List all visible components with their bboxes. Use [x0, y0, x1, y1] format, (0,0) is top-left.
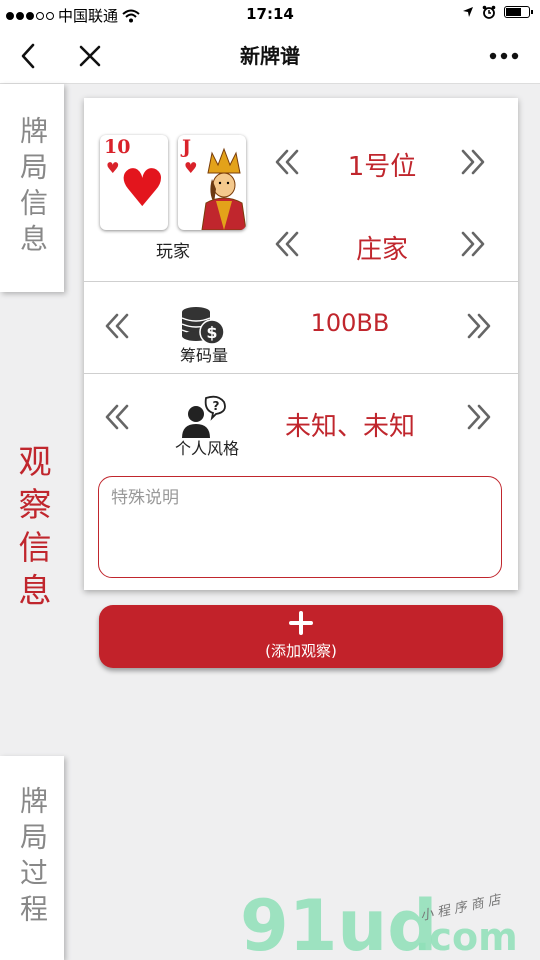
- chevron-left-icon[interactable]: [272, 147, 302, 177]
- watermark-logo: 91ud .com 小 程 序 商 店: [240, 885, 518, 960]
- page-title: 新牌谱: [240, 44, 300, 68]
- tab-game-info-label: 牌局信息: [16, 116, 49, 260]
- chevron-right-icon[interactable]: [458, 147, 488, 177]
- svg-text:91ud: 91ud: [240, 885, 437, 960]
- heart-icon: ♥: [184, 159, 198, 177]
- status-right: [462, 5, 533, 19]
- chips-value: 100BB: [310, 309, 390, 337]
- more-icon: [489, 52, 519, 60]
- more-button[interactable]: [484, 28, 524, 84]
- battery-icon: [504, 6, 533, 18]
- style-row: ? 个人风格 未知、未知 特殊说明: [84, 374, 518, 590]
- style-label: 个人风格: [174, 439, 239, 458]
- tab-game-info[interactable]: 牌局信息: [0, 84, 64, 292]
- chevron-left-icon[interactable]: [102, 311, 132, 341]
- location-arrow-icon: [463, 7, 473, 17]
- chevron-right-icon[interactable]: [458, 229, 488, 259]
- tab-game-process-label: 牌局过程: [16, 786, 49, 930]
- chevron-right-icon[interactable]: [464, 311, 494, 341]
- role-value: 庄家: [355, 235, 408, 265]
- tab-observation-info[interactable]: 观察信息: [0, 420, 64, 640]
- special-note-input[interactable]: 特殊说明: [98, 476, 502, 578]
- heart-icon: ♥: [119, 159, 166, 219]
- alarm-icon: [482, 5, 496, 19]
- card-2-rank: J: [182, 136, 191, 158]
- chevron-left-icon[interactable]: [272, 229, 302, 259]
- status-bar: 中国联通 17:14: [0, 0, 540, 28]
- seat-position-value: 1号位: [347, 152, 417, 182]
- status-time: 17:14: [246, 5, 294, 23]
- chips-row: $ 筹码量 100BB: [84, 282, 518, 374]
- tab-game-process[interactable]: 牌局过程: [0, 756, 64, 960]
- heart-icon: ♥: [106, 159, 120, 177]
- card-1-rank: 10: [104, 136, 131, 158]
- playing-card-2[interactable]: J ♥: [178, 135, 246, 230]
- chips-label: 筹码量: [179, 346, 228, 365]
- style-value: 未知、未知: [284, 412, 415, 442]
- svg-text:$: $: [206, 323, 217, 342]
- player-label: 玩家: [156, 242, 190, 262]
- player-row: 10 ♥ ♥ J ♥ 玩家 1号位 庄家: [84, 98, 518, 282]
- plus-icon: [289, 611, 313, 635]
- navigation-bar: 新牌谱: [0, 28, 540, 84]
- playing-card-1[interactable]: 10 ♥ ♥: [100, 135, 168, 230]
- chevron-left-icon[interactable]: [102, 402, 132, 432]
- add-observation-button[interactable]: (添加观察): [99, 605, 503, 668]
- chevron-right-icon[interactable]: [464, 402, 494, 432]
- add-observation-label: (添加观察): [265, 642, 337, 660]
- jack-figure-icon: [201, 147, 246, 230]
- svg-text:?: ?: [213, 399, 220, 413]
- observation-card: 10 ♥ ♥ J ♥ 玩家 1号位 庄家 $ 筹码量 100BB ? 个人风格 …: [84, 98, 518, 590]
- tab-observation-info-label: 观察信息: [13, 444, 52, 616]
